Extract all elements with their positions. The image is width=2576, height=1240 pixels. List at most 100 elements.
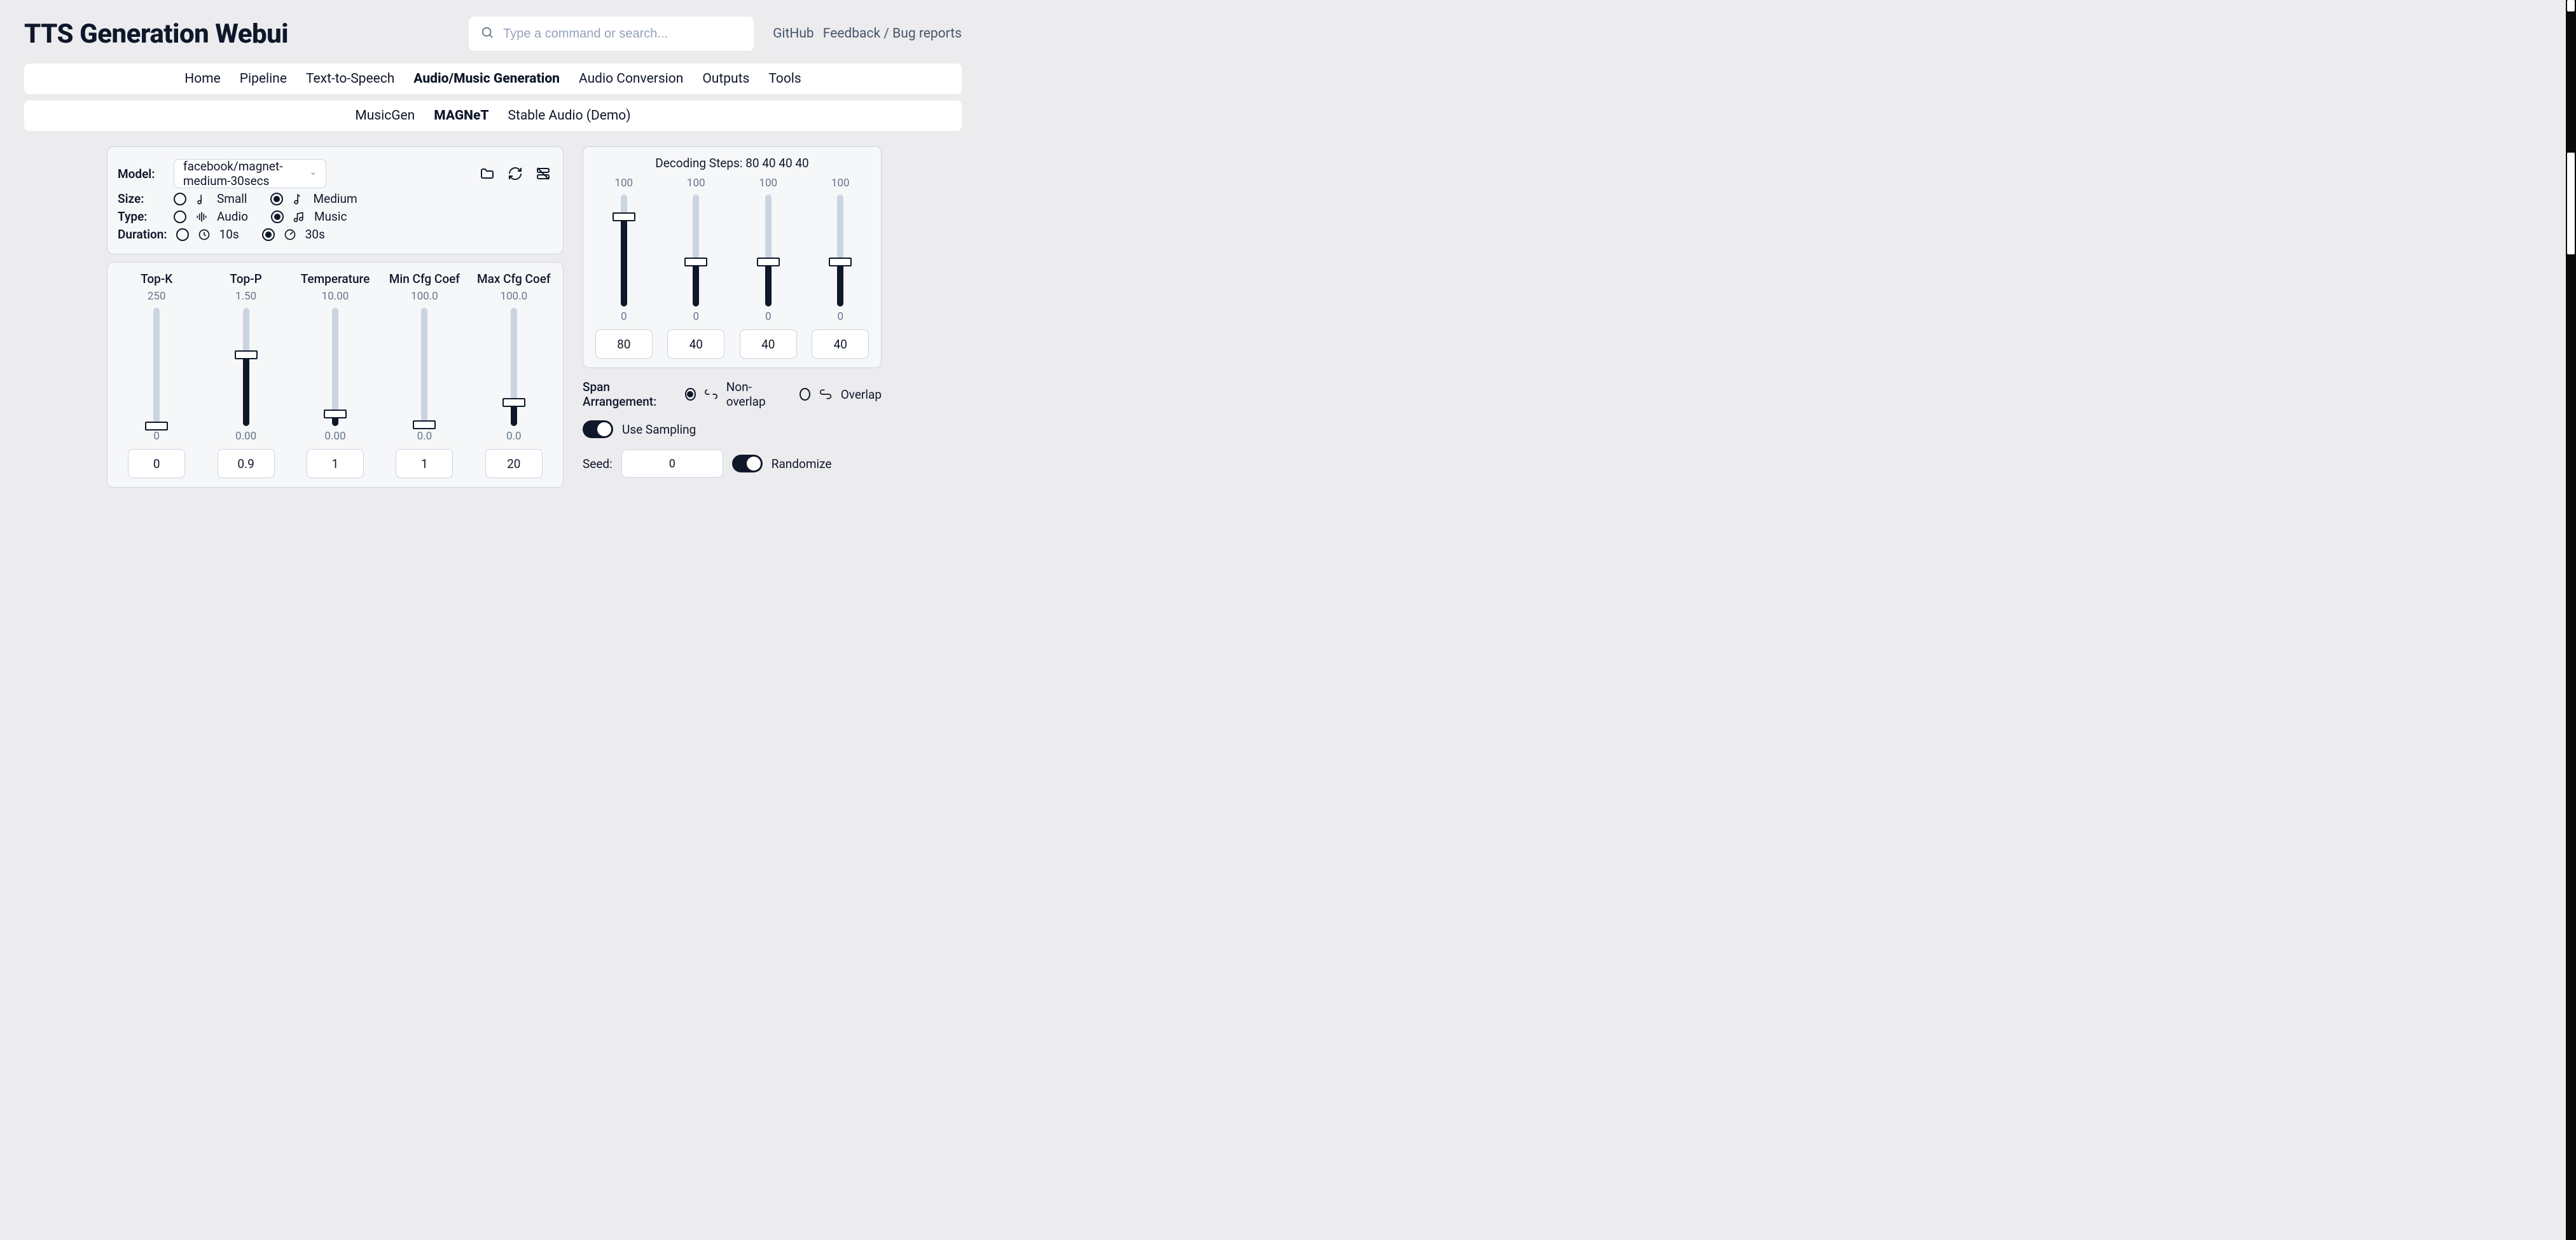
slider-track[interactable]	[693, 195, 699, 307]
nav-tab[interactable]: Text-to-Speech	[306, 71, 394, 86]
slider-max: 100	[593, 177, 654, 189]
slider-min: 0	[810, 310, 871, 323]
toggle-use-sampling[interactable]	[583, 420, 613, 438]
radio-type-music[interactable]	[271, 210, 284, 223]
waveform-icon	[195, 210, 208, 223]
slider-track[interactable]	[243, 308, 249, 426]
slider: 100040	[810, 177, 871, 359]
slider-handle[interactable]	[502, 398, 525, 407]
slider-min: 0.00	[207, 430, 284, 443]
app-title: TTS Generation Webui	[24, 18, 288, 50]
nav-tab[interactable]: Outputs	[702, 71, 749, 86]
slider-value-input[interactable]: 40	[667, 329, 724, 359]
chevron-down-icon	[310, 169, 317, 179]
slider: 100 0 40	[666, 177, 727, 359]
link-icon	[819, 388, 832, 401]
slider-handle[interactable]	[413, 420, 436, 429]
subnav-tab[interactable]: MusicGen	[355, 108, 415, 123]
radio-span-nonoverlap[interactable]	[685, 388, 696, 401]
slider-value-input[interactable]: 80	[595, 329, 653, 359]
slider-value-input[interactable]: 0.9	[218, 449, 275, 478]
slider-track[interactable]	[153, 308, 160, 426]
link-feedback[interactable]: Feedback / Bug reports	[823, 26, 962, 41]
slider-value-input[interactable]: 40	[812, 329, 869, 359]
slider-handle[interactable]	[613, 212, 635, 221]
gauge-icon	[284, 228, 296, 241]
refresh-button[interactable]	[506, 164, 525, 183]
window-scrollbar[interactable]	[2566, 0, 2576, 1240]
nav-tab[interactable]: Tools	[768, 71, 801, 86]
slider-track[interactable]	[421, 308, 427, 426]
type-row: Type: Audio Music	[118, 209, 553, 224]
duration-row: Duration: 10s 30s	[118, 227, 553, 242]
slider-value-input[interactable]: 20	[485, 449, 543, 478]
slider-title: Top-P	[207, 272, 284, 286]
slider-value-input[interactable]: 1	[396, 449, 453, 478]
span-label: Span Arrangement:	[583, 380, 665, 409]
slider: Min Cfg Coef100.00.01	[385, 272, 463, 478]
decoding-panel: Decoding Steps: 80 40 40 40 100080100040…	[583, 146, 882, 368]
slider-min: 0	[666, 310, 727, 323]
folder-button[interactable]	[478, 164, 497, 183]
type-label: Type:	[118, 209, 165, 224]
radio-type-audio[interactable]	[174, 210, 186, 223]
nav-tab[interactable]: Home	[184, 71, 221, 86]
span-nonoverlap-label: Non-overlap	[726, 380, 778, 409]
slider: Max Cfg Coef100.00.020	[475, 272, 553, 478]
duration-10s-label: 10s	[219, 227, 239, 242]
slider-value-input[interactable]: 40	[740, 329, 797, 359]
slider-title: Top-K	[118, 272, 195, 286]
slider-title: Temperature	[296, 272, 374, 286]
nav-tab[interactable]: Audio Conversion	[579, 71, 683, 86]
slider-track[interactable]	[765, 195, 772, 307]
search-input[interactable]	[503, 27, 742, 41]
link-github[interactable]: GitHub	[773, 26, 814, 41]
slider-track[interactable]	[511, 308, 517, 426]
slider-value-input[interactable]: 0	[128, 449, 185, 478]
clock-icon	[198, 228, 211, 241]
slider-max: 100	[666, 177, 727, 189]
radio-span-overlap[interactable]	[800, 388, 810, 401]
slider-value-input[interactable]: 1	[307, 449, 364, 478]
slider: Top-P1.500.000.9	[207, 272, 284, 478]
music-icon	[293, 210, 305, 223]
slider-track[interactable]	[621, 195, 627, 307]
toggle-randomize[interactable]	[732, 455, 763, 472]
randomize-label: Randomize	[772, 457, 832, 471]
seed-label: Seed:	[583, 457, 613, 471]
subnav-tab[interactable]: Stable Audio (Demo)	[508, 108, 630, 123]
nav-tab[interactable]: Audio/Music Generation	[413, 71, 560, 86]
model-select[interactable]: facebook/magnet-medium-30secs	[174, 159, 326, 188]
slider-handle[interactable]	[324, 410, 347, 418]
slider-handle[interactable]	[757, 258, 780, 266]
radio-size-small[interactable]	[174, 193, 186, 205]
slider-handle[interactable]	[235, 350, 258, 359]
slider-handle[interactable]	[145, 422, 168, 431]
seed-input[interactable]: 0	[621, 450, 723, 478]
slider-min: 0	[738, 310, 799, 323]
slider-min: 0	[593, 310, 654, 323]
radio-size-medium[interactable]	[270, 193, 283, 205]
server-off-button[interactable]	[534, 164, 553, 183]
seed-row: Seed: 0 Randomize	[583, 450, 882, 478]
slider-track[interactable]	[332, 308, 338, 426]
slider-max: 100	[738, 177, 799, 189]
size-label: Size:	[118, 191, 165, 206]
slider-handle[interactable]	[684, 258, 707, 266]
subnav-tab[interactable]: MAGNeT	[434, 108, 488, 123]
span-overlap-label: Overlap	[841, 387, 882, 402]
note-icon	[195, 193, 208, 205]
slider-title: Min Cfg Coef	[385, 272, 463, 286]
slider-max: 250	[118, 290, 195, 303]
slider-track[interactable]	[837, 195, 843, 307]
slider-max: 100.0	[475, 290, 553, 303]
nav-tab[interactable]: Pipeline	[240, 71, 287, 86]
model-value: facebook/magnet-medium-30secs	[183, 159, 310, 188]
slider-handle[interactable]	[829, 258, 852, 266]
slider-min: 0.00	[296, 430, 374, 443]
search-field[interactable]	[469, 17, 754, 51]
slider-min: 0	[118, 430, 195, 443]
size-medium-label: Medium	[314, 191, 357, 206]
radio-duration-10s[interactable]	[176, 228, 189, 241]
radio-duration-30s[interactable]	[262, 228, 275, 241]
